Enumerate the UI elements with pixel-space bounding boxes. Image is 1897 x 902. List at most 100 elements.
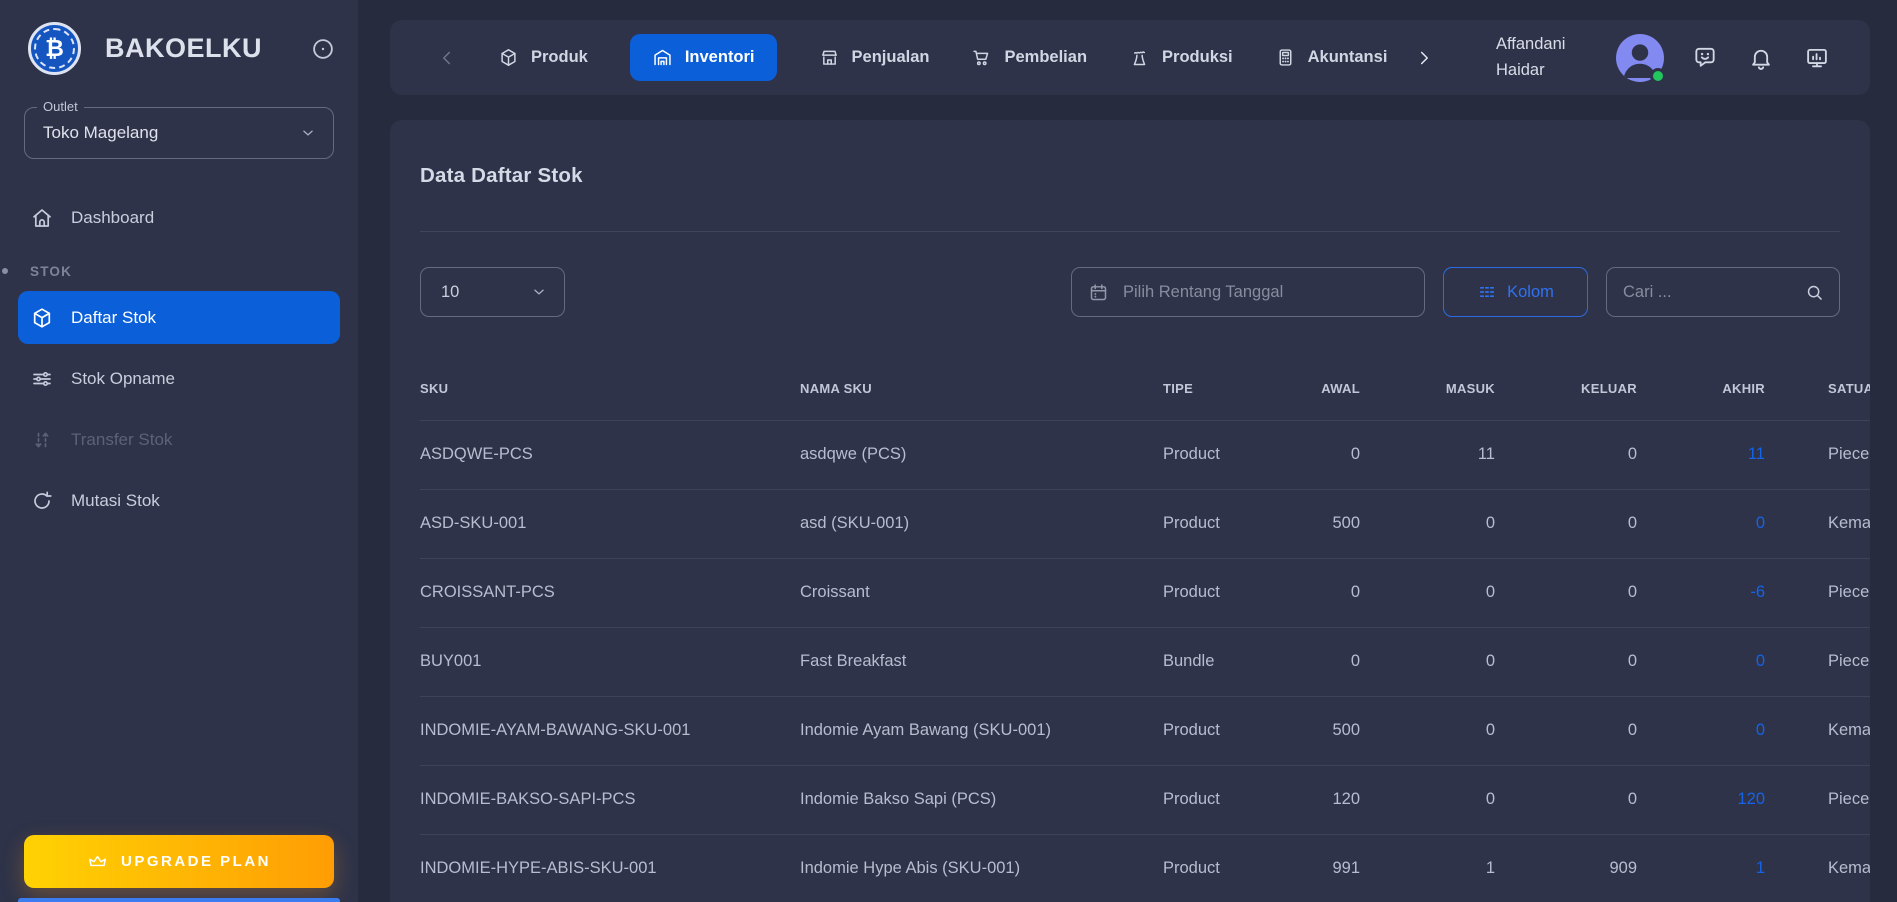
cell-satuan: Piece [1765,419,1870,489]
sidebar-item-label: Stok Opname [71,368,175,388]
factory-icon [1129,47,1150,68]
column-header-masuk: MASUK [1445,380,1495,396]
page-size-value: 10 [441,282,460,301]
cell-awal: 0 [1263,419,1360,489]
search-icon[interactable] [1804,282,1825,303]
user-avatar[interactable] [1616,33,1666,84]
tab-akuntansi[interactable]: Akuntansi [1275,47,1388,68]
cell-nama-sku: Indomie Bakso Sapi (PCS) [800,764,1163,834]
bitcoin-symbol: ₿ [45,36,64,62]
sidebar-toggle-icon[interactable] [310,36,336,62]
akhir-link[interactable]: 0 [1637,488,1765,558]
cell-sku: ASDQWE-PCS [420,419,800,489]
cell-keluar: 909 [1495,833,1637,902]
cell-keluar: 0 [1495,488,1637,558]
cell-satuan: Kemasan [1765,833,1870,902]
display-monitor-icon[interactable] [1804,45,1830,71]
calendar-icon [1088,282,1109,303]
table-row: CROISSANT-PCS Croissant Product 0 0 0 -6 Piece [420,557,1870,627]
tab-inventori[interactable]: Inventori [629,34,777,81]
column-header-keluar: KELUAR [1581,380,1637,396]
column-header-satuan: SATUAN [1828,380,1870,396]
akhir-link[interactable]: 11 [1637,419,1765,489]
cell-masuk: 0 [1360,764,1495,834]
sidebar-item-mutasi-stok[interactable]: Mutasi Stok [18,474,340,527]
table-body: ASDQWE-PCS asdqwe (PCS) Product 0 11 0 11 Piece… [420,419,1870,902]
navbar-icon-buttons [1692,45,1830,71]
cell-keluar: 0 [1495,764,1637,834]
columns-button[interactable]: Kolom [1443,267,1588,317]
sidebar-menu: Dashboard STOK Daftar Stok Stok Opname Tra… [0,191,358,527]
sidebar-item-stok-opname[interactable]: Stok Opname [18,352,340,405]
table-row: INDOMIE-BAKSO-SAPI-PCS Indomie Bakso Sapi… [420,764,1870,834]
nav-scroll-right-icon[interactable] [1413,47,1435,69]
cell-nama-sku: Indomie Ayam Bawang (SKU-001) [800,695,1163,765]
cell-satuan: Kemasan [1765,695,1870,765]
outlet-select[interactable]: Outlet Toko Magelang [24,99,334,159]
cell-keluar: 0 [1495,419,1637,489]
cell-tipe: Product [1163,764,1263,834]
feedback-chat-icon[interactable] [1692,45,1718,71]
akhir-link[interactable]: 0 [1637,695,1765,765]
column-header-akhir: AKHIR [1722,380,1765,396]
cell-awal: 500 [1263,488,1360,558]
cell-sku: CROISSANT-PCS [420,557,800,627]
cell-tipe: Product [1163,419,1263,489]
cell-satuan: Kemasan [1765,488,1870,558]
chevron-down-icon [299,124,317,142]
cell-satuan: Piece [1765,764,1870,834]
tab-label: Inventori [684,48,755,66]
cell-satuan: Piece [1765,557,1870,627]
page-size-select[interactable]: 10 [420,267,565,317]
cell-satuan: Piece [1765,626,1870,696]
sidebar-stok-items: Daftar Stok Stok Opname Transfer Stok Mutas… [0,291,358,527]
sidebar-item-label: Mutasi Stok [71,490,160,510]
search-box [1606,267,1840,317]
user-block: Affandani Haidar [1496,32,1830,84]
table-row: BUY001 Fast Breakfast Bundle 0 0 0 0 Piece [420,626,1870,696]
cell-keluar: 0 [1495,557,1637,627]
cell-nama-sku: Croissant [800,557,1163,627]
table-row: INDOMIE-HYPE-ABIS-SKU-001 Indomie Hype Ab… [420,833,1870,902]
cell-awal: 120 [1263,764,1360,834]
search-input[interactable] [1623,282,1804,302]
akhir-link[interactable]: 1 [1637,833,1765,902]
tab-pembelian[interactable]: Pembelian [971,47,1087,68]
tab-label: Penjualan [851,48,930,66]
upgrade-plan-button[interactable]: UPGRADE PLAN [24,835,334,888]
cell-sku: INDOMIE-HYPE-ABIS-SKU-001 [420,833,800,902]
tab-penjualan[interactable]: Penjualan [819,47,930,68]
akhir-link[interactable]: 120 [1637,764,1765,834]
tab-label: Akuntansi [1307,48,1388,66]
table-row: INDOMIE-AYAM-BAWANG-SKU-001 Indomie Ayam … [420,695,1870,765]
columns-icon [1477,282,1497,302]
column-header-nama-sku: NAMA SKU [800,380,872,396]
cell-tipe: Product [1163,695,1263,765]
tab-produk[interactable]: Produk [498,47,588,68]
notifications-bell-icon[interactable] [1748,45,1774,71]
stock-table: SKU NAMA SKU TIPE AWAL MASUK KELUAR AKHIR SATUA… [420,317,1870,902]
page-title: Data Daftar Stok [420,163,583,187]
cell-masuk: 0 [1360,695,1495,765]
online-status-dot [1650,67,1666,84]
table-header-row: SKU NAMA SKU TIPE AWAL MASUK KELUAR AKHIR SATUA… [420,317,1870,420]
brand-title: BAKOELKU [105,33,262,63]
stock-list-card: Data Daftar Stok 10 Pilih Rentang Tangga… [390,120,1870,902]
date-range-input[interactable]: Pilih Rentang Tanggal [1071,267,1425,317]
cell-awal: 991 [1263,833,1360,902]
outlet-value: Toko Magelang [43,123,159,142]
nav-scroll-left-icon[interactable] [436,47,458,69]
sidebar-item-daftar-stok[interactable]: Daftar Stok [18,291,340,344]
cell-nama-sku: Fast Breakfast [800,626,1163,696]
akhir-link[interactable]: -6 [1637,557,1765,627]
section-bullet [2,268,8,274]
sidebar-item-label: Dashboard [71,207,155,227]
stock-table-wrap: SKU NAMA SKU TIPE AWAL MASUK KELUAR AKHIR SATUA… [420,317,1870,902]
sidebar-item-dashboard[interactable]: Dashboard [18,191,340,244]
crown-icon [87,851,108,872]
sidebar-item-transfer-stok[interactable]: Transfer Stok [18,413,340,466]
akhir-link[interactable]: 0 [1637,626,1765,696]
tab-label: Produk [531,48,588,66]
column-header-sku: SKU [420,380,449,396]
tab-produksi[interactable]: Produksi [1129,47,1233,68]
